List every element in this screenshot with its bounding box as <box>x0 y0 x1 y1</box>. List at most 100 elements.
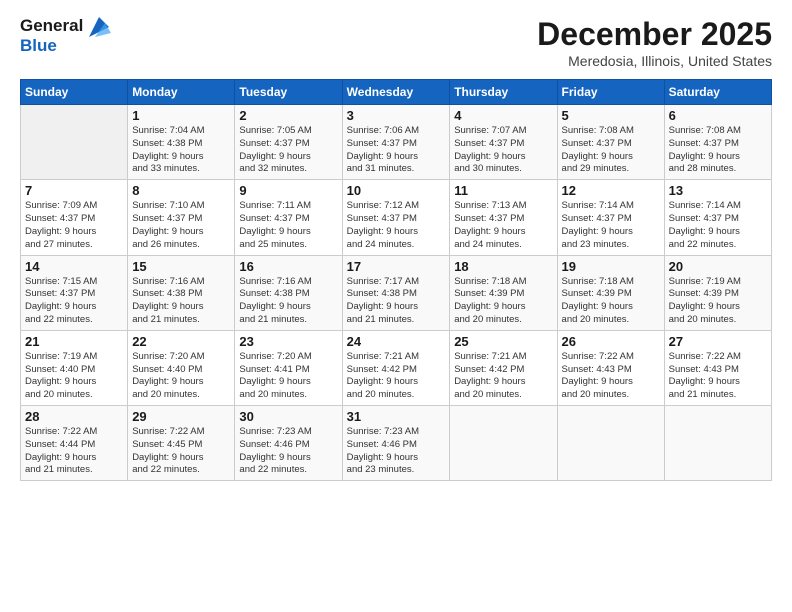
calendar-cell: 11Sunrise: 7:13 AMSunset: 4:37 PMDayligh… <box>450 180 557 255</box>
calendar-cell: 28 Sunrise: 7:22 AMSunset: 4:44 PMDayligh… <box>21 406 128 481</box>
page: General Blue December 2025 Meredosia, Il… <box>0 0 792 612</box>
day-number: 19 <box>562 259 660 274</box>
calendar-cell: 21Sunrise: 7:19 AMSunset: 4:40 PMDayligh… <box>21 330 128 405</box>
calendar-week-2: 14 Sunrise: 7:15 AMSunset: 4:37 PMDayligh… <box>21 255 772 330</box>
title-block: December 2025 Meredosia, Illinois, Unite… <box>537 16 772 69</box>
calendar-cell <box>21 105 128 180</box>
day-number: 12 <box>562 183 660 198</box>
day-info: Sunrise: 7:13 AMSunset: 4:37 PMDaylight:… <box>454 200 552 251</box>
day-info: Sunrise: 7:18 AMSunset: 4:39 PMDaylight:… <box>562 276 660 327</box>
calendar-cell: 10Sunrise: 7:12 AMSunset: 4:37 PMDayligh… <box>342 180 450 255</box>
calendar-cell <box>664 406 771 481</box>
day-number: 14 <box>25 259 123 274</box>
calendar-cell: 30 Sunrise: 7:23 AMSunset: 4:46 PMDayligh… <box>235 406 342 481</box>
day-number: 22 <box>132 334 230 349</box>
day-info: Sunrise: 7:22 AMSunset: 4:44 PMDaylight:… <box>25 426 123 477</box>
calendar-cell: 20 Sunrise: 7:19 AMSunset: 4:39 PMDayligh… <box>664 255 771 330</box>
day-number: 10 <box>347 183 446 198</box>
day-number: 17 <box>347 259 446 274</box>
calendar-cell: 22 Sunrise: 7:20 AMSunset: 4:40 PMDayligh… <box>128 330 235 405</box>
calendar-cell: 2Sunrise: 7:05 AMSunset: 4:37 PMDaylight… <box>235 105 342 180</box>
day-number: 25 <box>454 334 552 349</box>
day-info: Sunrise: 7:20 AMSunset: 4:40 PMDaylight:… <box>132 351 230 402</box>
day-number: 3 <box>347 108 446 123</box>
day-number: 31 <box>347 409 446 424</box>
day-info: Sunrise: 7:21 AMSunset: 4:42 PMDaylight:… <box>347 351 446 402</box>
logo: General Blue <box>20 16 113 55</box>
day-info: Sunrise: 7:08 AMSunset: 4:37 PMDaylight:… <box>669 125 767 176</box>
day-info: Sunrise: 7:09 AMSunset: 4:37 PMDaylight:… <box>25 200 123 251</box>
calendar-cell: 18Sunrise: 7:18 AMSunset: 4:39 PMDayligh… <box>450 255 557 330</box>
calendar-cell: 9 Sunrise: 7:11 AMSunset: 4:37 PMDaylight… <box>235 180 342 255</box>
day-number: 7 <box>25 183 123 198</box>
day-number: 30 <box>239 409 337 424</box>
calendar-cell: 24 Sunrise: 7:21 AMSunset: 4:42 PMDayligh… <box>342 330 450 405</box>
calendar-week-3: 21Sunrise: 7:19 AMSunset: 4:40 PMDayligh… <box>21 330 772 405</box>
day-info: Sunrise: 7:23 AMSunset: 4:46 PMDaylight:… <box>347 426 446 477</box>
day-number: 6 <box>669 108 767 123</box>
calendar-week-0: 1Sunrise: 7:04 AMSunset: 4:38 PMDaylight… <box>21 105 772 180</box>
day-info: Sunrise: 7:16 AMSunset: 4:38 PMDaylight:… <box>132 276 230 327</box>
day-info: Sunrise: 7:19 AMSunset: 4:39 PMDaylight:… <box>669 276 767 327</box>
calendar-week-4: 28 Sunrise: 7:22 AMSunset: 4:44 PMDayligh… <box>21 406 772 481</box>
day-number: 5 <box>562 108 660 123</box>
day-info: Sunrise: 7:22 AMSunset: 4:45 PMDaylight:… <box>132 426 230 477</box>
day-info: Sunrise: 7:23 AMSunset: 4:46 PMDaylight:… <box>239 426 337 477</box>
calendar-cell: 4 Sunrise: 7:07 AMSunset: 4:37 PMDaylight… <box>450 105 557 180</box>
day-info: Sunrise: 7:20 AMSunset: 4:41 PMDaylight:… <box>239 351 337 402</box>
calendar-cell: 14 Sunrise: 7:15 AMSunset: 4:37 PMDayligh… <box>21 255 128 330</box>
col-wednesday: Wednesday <box>342 80 450 105</box>
calendar-cell: 12 Sunrise: 7:14 AMSunset: 4:37 PMDayligh… <box>557 180 664 255</box>
calendar-cell: 27Sunrise: 7:22 AMSunset: 4:43 PMDayligh… <box>664 330 771 405</box>
day-info: Sunrise: 7:19 AMSunset: 4:40 PMDaylight:… <box>25 351 123 402</box>
day-number: 23 <box>239 334 337 349</box>
day-number: 13 <box>669 183 767 198</box>
day-number: 28 <box>25 409 123 424</box>
calendar-table: Sunday Monday Tuesday Wednesday Thursday… <box>20 79 772 481</box>
day-info: Sunrise: 7:11 AMSunset: 4:37 PMDaylight:… <box>239 200 337 251</box>
col-monday: Monday <box>128 80 235 105</box>
day-number: 20 <box>669 259 767 274</box>
day-info: Sunrise: 7:22 AMSunset: 4:43 PMDaylight:… <box>562 351 660 402</box>
day-number: 26 <box>562 334 660 349</box>
calendar-cell: 19 Sunrise: 7:18 AMSunset: 4:39 PMDayligh… <box>557 255 664 330</box>
calendar-cell: 26 Sunrise: 7:22 AMSunset: 4:43 PMDayligh… <box>557 330 664 405</box>
calendar-cell: 7 Sunrise: 7:09 AMSunset: 4:37 PMDaylight… <box>21 180 128 255</box>
logo-icon <box>85 13 113 41</box>
logo-text: General Blue <box>20 16 83 55</box>
calendar-cell: 29 Sunrise: 7:22 AMSunset: 4:45 PMDayligh… <box>128 406 235 481</box>
page-title: December 2025 <box>537 16 772 53</box>
day-info: Sunrise: 7:04 AMSunset: 4:38 PMDaylight:… <box>132 125 230 176</box>
day-info: Sunrise: 7:14 AMSunset: 4:37 PMDaylight:… <box>562 200 660 251</box>
col-sunday: Sunday <box>21 80 128 105</box>
day-info: Sunrise: 7:18 AMSunset: 4:39 PMDaylight:… <box>454 276 552 327</box>
col-thursday: Thursday <box>450 80 557 105</box>
day-info: Sunrise: 7:15 AMSunset: 4:37 PMDaylight:… <box>25 276 123 327</box>
calendar-cell: 16 Sunrise: 7:16 AMSunset: 4:38 PMDayligh… <box>235 255 342 330</box>
calendar-cell: 1Sunrise: 7:04 AMSunset: 4:38 PMDaylight… <box>128 105 235 180</box>
calendar-cell <box>557 406 664 481</box>
calendar-cell: 17 Sunrise: 7:17 AMSunset: 4:38 PMDayligh… <box>342 255 450 330</box>
day-info: Sunrise: 7:16 AMSunset: 4:38 PMDaylight:… <box>239 276 337 327</box>
day-number: 4 <box>454 108 552 123</box>
calendar-cell: 15Sunrise: 7:16 AMSunset: 4:38 PMDayligh… <box>128 255 235 330</box>
day-info: Sunrise: 7:17 AMSunset: 4:38 PMDaylight:… <box>347 276 446 327</box>
day-number: 8 <box>132 183 230 198</box>
day-info: Sunrise: 7:05 AMSunset: 4:37 PMDaylight:… <box>239 125 337 176</box>
calendar-cell <box>450 406 557 481</box>
day-info: Sunrise: 7:21 AMSunset: 4:42 PMDaylight:… <box>454 351 552 402</box>
calendar-cell: 31 Sunrise: 7:23 AMSunset: 4:46 PMDayligh… <box>342 406 450 481</box>
calendar-cell: 5Sunrise: 7:08 AMSunset: 4:37 PMDaylight… <box>557 105 664 180</box>
calendar-cell: 8Sunrise: 7:10 AMSunset: 4:37 PMDaylight… <box>128 180 235 255</box>
day-number: 24 <box>347 334 446 349</box>
col-saturday: Saturday <box>664 80 771 105</box>
day-number: 16 <box>239 259 337 274</box>
calendar-cell: 3Sunrise: 7:06 AMSunset: 4:37 PMDaylight… <box>342 105 450 180</box>
header: General Blue December 2025 Meredosia, Il… <box>20 16 772 69</box>
calendar-cell: 13Sunrise: 7:14 AMSunset: 4:37 PMDayligh… <box>664 180 771 255</box>
calendar-cell: 25 Sunrise: 7:21 AMSunset: 4:42 PMDayligh… <box>450 330 557 405</box>
day-info: Sunrise: 7:07 AMSunset: 4:37 PMDaylight:… <box>454 125 552 176</box>
day-number: 29 <box>132 409 230 424</box>
calendar-header-row: Sunday Monday Tuesday Wednesday Thursday… <box>21 80 772 105</box>
day-number: 9 <box>239 183 337 198</box>
